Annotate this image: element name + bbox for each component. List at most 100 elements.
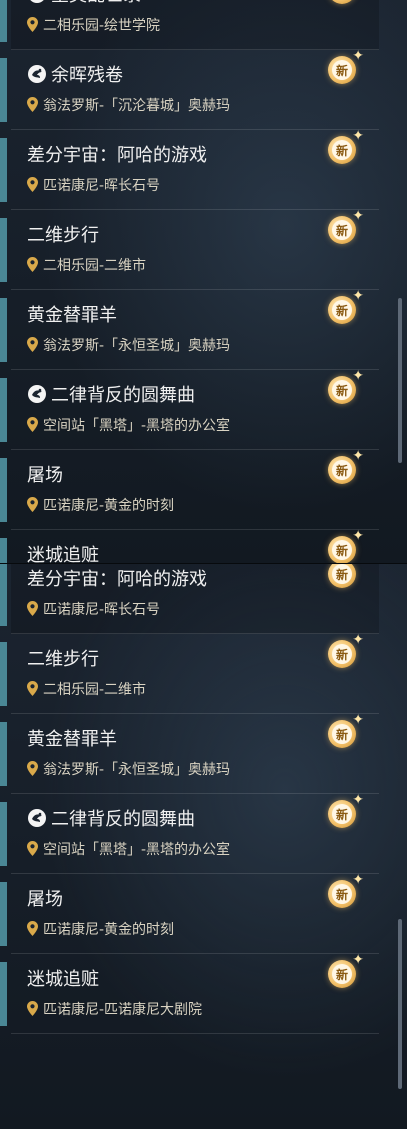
new-badge-icon: 新✦ bbox=[328, 129, 364, 164]
mission-emblem-icon bbox=[27, 0, 51, 6]
quest-location: 匹诺康尼-晖长石号 bbox=[27, 601, 160, 619]
quest-list-item[interactable]: 屠场匹诺康尼-黄金的时刻 新 ✦ bbox=[0, 872, 407, 954]
quest-card[interactable]: 星灵乱世录二相乐园-绘世学院 新✦ bbox=[11, 0, 379, 50]
quest-list-item[interactable]: 差分宇宙：阿哈的游戏匹诺康尼-晖长石号 新✦ bbox=[0, 564, 407, 634]
quest-card[interactable]: 黄金替罪羊翁法罗斯-「永恒圣城」奥赫玛 新 ✦ bbox=[11, 713, 379, 794]
quest-card[interactable]: 二律背反的圆舞曲 空间站「黑塔」-黑塔的办公室 新 ✦ bbox=[11, 369, 379, 450]
quest-card[interactable]: 余晖残卷翁法罗斯-「沉沦暮城」奥赫玛 新 ✦ bbox=[11, 49, 379, 130]
sparkle-icon: ✦ bbox=[352, 208, 364, 224]
sparkle-icon: ✦ bbox=[352, 288, 364, 304]
quest-title: 二维步行 bbox=[27, 224, 99, 248]
location-pin-icon bbox=[27, 921, 43, 938]
new-badge-icon: 新✦ bbox=[328, 953, 364, 988]
sparkle-icon: ✦ bbox=[352, 712, 364, 728]
new-badge-icon: 新✦ bbox=[328, 793, 364, 828]
quest-location-text: 翁法罗斯-「永恒圣城」奥赫玛 bbox=[43, 338, 231, 354]
sparkle-icon: ✦ bbox=[352, 368, 364, 384]
quest-title-text: 差分宇宙：阿哈的游戏 bbox=[27, 569, 207, 590]
location-pin-icon bbox=[27, 1001, 43, 1018]
quest-list-item[interactable]: 黄金替罪羊翁法罗斯-「永恒圣城」奥赫玛 新 ✦ bbox=[0, 713, 407, 794]
quest-location: 翁法罗斯-「永恒圣城」奥赫玛 bbox=[27, 761, 230, 779]
quest-card[interactable]: 差分宇宙：阿哈的游戏匹诺康尼-晖长石号 新✦ bbox=[11, 129, 379, 210]
quest-title: 黄金替罪羊 bbox=[27, 728, 117, 752]
quest-list-item[interactable]: 二维步行二相乐园-二维市 新 ✦ bbox=[0, 209, 407, 290]
quest-location-text: 二相乐园-二维市 bbox=[43, 258, 147, 274]
quest-title-text: 迷城追赃 bbox=[27, 545, 99, 563]
quest-title-text: 屠场 bbox=[27, 465, 63, 486]
quest-location: 匹诺康尼-黄金的时刻 bbox=[27, 497, 174, 515]
quest-list-item[interactable]: 屠场 匹诺康尼-黄金的时刻 新 ✦ bbox=[0, 449, 407, 530]
quest-location-text: 二相乐园-绘世学院 bbox=[43, 18, 161, 34]
item-accent-bar bbox=[0, 564, 7, 626]
new-badge-label: 新 bbox=[332, 564, 352, 584]
quest-title: 二维步行 bbox=[27, 648, 99, 672]
new-badge-icon: 新✦ bbox=[328, 209, 364, 244]
quest-title-text: 屠场 bbox=[27, 889, 63, 910]
quest-title-text: 黄金替罪羊 bbox=[27, 729, 117, 750]
quest-card[interactable]: 黄金替罪羊翁法罗斯-「永恒圣城」奥赫玛 新 ✦ bbox=[11, 288, 379, 370]
quest-list-item[interactable]: 二律背反的圆舞曲 空间站「黑塔」-黑塔的办公室 新 ✦ bbox=[0, 793, 407, 874]
quest-list-item[interactable]: 差分宇宙：阿哈的游戏匹诺康尼-晖长石号 新✦ bbox=[0, 129, 407, 210]
location-pin-icon bbox=[27, 841, 43, 858]
quest-list-item[interactable]: 余晖残卷翁法罗斯-「沉沦暮城」奥赫玛 新 ✦ bbox=[0, 49, 407, 130]
scrollbar[interactable] bbox=[398, 298, 402, 463]
quest-location: 匹诺康尼-黄金的时刻 bbox=[27, 921, 174, 939]
location-pin-icon bbox=[27, 257, 43, 274]
quest-location: 二相乐园-二维市 bbox=[27, 257, 146, 275]
new-badge-icon: 新✦ bbox=[328, 529, 364, 563]
quest-card[interactable]: 迷城追赃匹诺康尼-匹诺康尼大剧院 新✦ bbox=[11, 953, 379, 1034]
quest-title: 屠场 bbox=[27, 464, 63, 488]
quest-title: 屠场 bbox=[27, 888, 63, 912]
quest-list-item[interactable]: 迷城追赃匹诺康尼-匹诺康尼大剧院新✦ bbox=[0, 529, 407, 563]
sparkle-icon: ✦ bbox=[352, 632, 364, 648]
new-badge-icon: 新✦ bbox=[328, 49, 364, 84]
new-badge-label: 新 bbox=[332, 644, 352, 664]
quest-card[interactable]: 二维步行二相乐园-二维市 新 ✦ bbox=[11, 209, 379, 290]
quest-list-item[interactable]: 黄金替罪羊翁法罗斯-「永恒圣城」奥赫玛 新 ✦ bbox=[0, 288, 407, 370]
quest-list-item[interactable]: 二律背反的圆舞曲 空间站「黑塔」-黑塔的办公室 新 ✦ bbox=[0, 369, 407, 450]
new-badge-icon: 新✦ bbox=[328, 369, 364, 404]
quest-location-text: 匹诺康尼-晖长石号 bbox=[43, 178, 161, 194]
quest-location-text: 二相乐园-二维市 bbox=[43, 682, 147, 698]
quest-title: 差分宇宙：阿哈的游戏 bbox=[27, 568, 207, 592]
sparkle-icon: ✦ bbox=[352, 872, 364, 888]
quest-card[interactable]: 二维步行二相乐园-二维市 新 ✦ bbox=[11, 633, 379, 714]
quest-card[interactable]: 屠场 匹诺康尼-黄金的时刻 新 ✦ bbox=[11, 449, 379, 530]
quest-card[interactable]: 迷城追赃匹诺康尼-匹诺康尼大剧院新✦ bbox=[11, 529, 379, 563]
quest-title-text: 星灵乱世录 bbox=[51, 0, 141, 6]
new-badge-label: 新 bbox=[332, 884, 352, 904]
new-badge-label: 新 bbox=[332, 300, 352, 320]
quest-card[interactable]: 二律背反的圆舞曲 空间站「黑塔」-黑塔的办公室 新 ✦ bbox=[11, 793, 379, 874]
new-badge-icon: 新✦ bbox=[328, 633, 364, 668]
quest-title-text: 二律背反的圆舞曲 bbox=[51, 809, 195, 830]
sparkle-icon: ✦ bbox=[352, 128, 364, 144]
quest-title-text: 二律背反的圆舞曲 bbox=[51, 385, 195, 406]
quest-location-text: 匹诺康尼-匹诺康尼大剧院 bbox=[43, 1002, 203, 1018]
quest-list-item[interactable]: 迷城追赃匹诺康尼-匹诺康尼大剧院 新✦ bbox=[0, 953, 407, 1034]
location-pin-icon bbox=[27, 417, 43, 434]
location-pin-icon bbox=[27, 601, 43, 618]
item-accent-bar bbox=[0, 458, 7, 522]
mission-emblem-icon bbox=[27, 385, 51, 406]
quest-title-text: 黄金替罪羊 bbox=[27, 305, 117, 326]
quest-title: 余晖残卷 bbox=[27, 64, 123, 88]
quest-location: 翁法罗斯-「永恒圣城」奥赫玛 bbox=[27, 337, 230, 355]
new-badge-icon: 新✦ bbox=[328, 0, 356, 4]
quest-list-item[interactable]: 二维步行二相乐园-二维市 新 ✦ bbox=[0, 633, 407, 714]
quest-list-item[interactable]: 星灵乱世录二相乐园-绘世学院 新✦ bbox=[0, 0, 407, 50]
quest-title-text: 迷城追赃 bbox=[27, 969, 99, 990]
quest-title: 二律背反的圆舞曲 bbox=[27, 384, 195, 408]
location-pin-icon bbox=[27, 17, 43, 34]
quest-list-panel-top: 星灵乱世录二相乐园-绘世学院新✦余晖残卷翁法罗斯-「沉沦暮城」奥赫玛新✦差分宇宙… bbox=[0, 0, 407, 563]
quest-card[interactable]: 屠场匹诺康尼-黄金的时刻 新 ✦ bbox=[11, 872, 379, 954]
scrollbar[interactable] bbox=[398, 919, 402, 1089]
new-badge-icon: 新✦ bbox=[328, 713, 364, 748]
item-accent-bar bbox=[0, 0, 7, 42]
quest-card[interactable]: 差分宇宙：阿哈的游戏匹诺康尼-晖长石号 新✦ bbox=[11, 564, 379, 634]
quest-location: 匹诺康尼-匹诺康尼大剧院 bbox=[27, 1001, 202, 1019]
location-pin-icon bbox=[27, 97, 43, 114]
quest-location: 翁法罗斯-「沉沦暮城」奥赫玛 bbox=[27, 97, 230, 115]
location-pin-icon bbox=[27, 497, 43, 514]
new-badge-label: 新 bbox=[332, 964, 352, 984]
quest-title: 二律背反的圆舞曲 bbox=[27, 808, 195, 832]
